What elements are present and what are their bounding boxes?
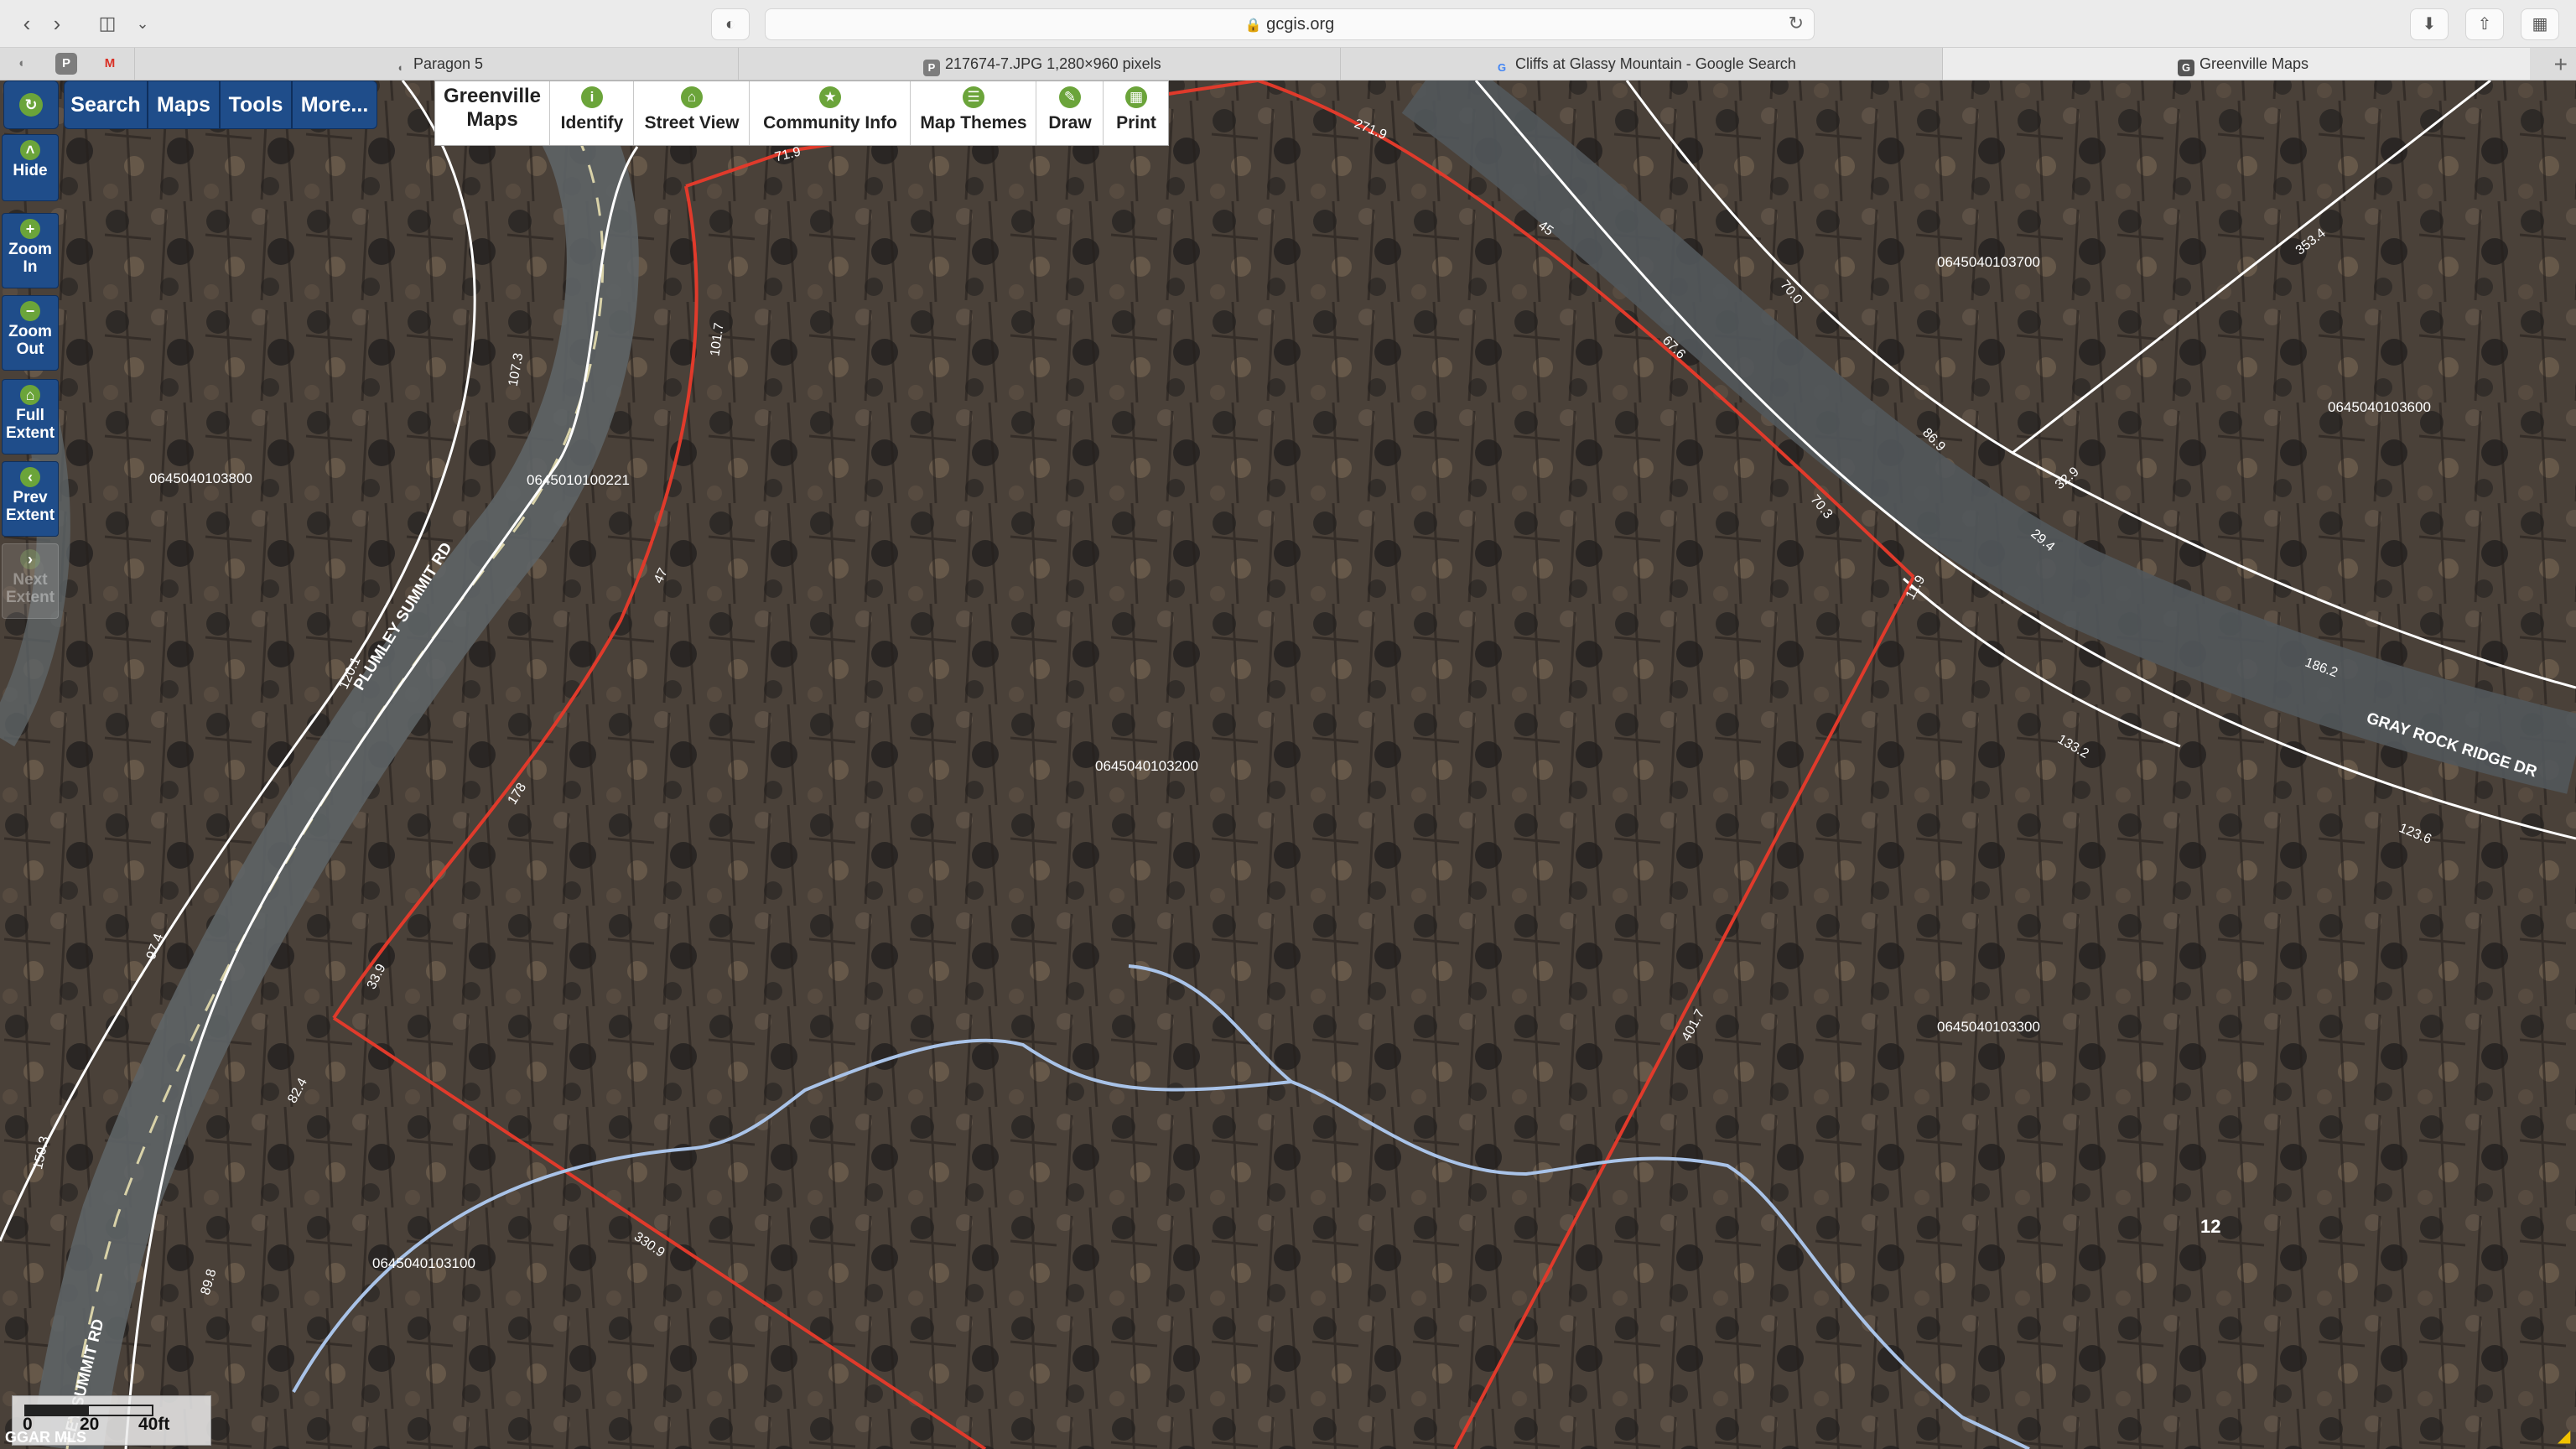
app-title-line: Maps — [466, 108, 518, 131]
print-button[interactable]: ▦ Print — [1103, 81, 1169, 145]
map-themes-button[interactable]: ☰ Map Themes — [910, 81, 1036, 145]
zoom-out-button[interactable]: − Zoom Out — [2, 295, 59, 371]
chevron-up-icon: ˄ — [20, 140, 40, 160]
tab-greenville-maps[interactable]: G Greenville Maps — [1942, 48, 2530, 80]
home-icon: ⌂ — [20, 385, 40, 405]
street-view-button[interactable]: ⌂ Street View — [633, 81, 750, 145]
google-icon: G — [1497, 61, 1507, 74]
nav-label: Out — [16, 340, 44, 358]
refresh-globe-icon: ↻ — [19, 93, 43, 117]
full-extent-button[interactable]: ⌂ Full Extent — [2, 379, 59, 454]
mls-watermark: GGAR MLS — [5, 1429, 86, 1446]
tab-overview-icon[interactable]: ▦ — [2521, 8, 2559, 40]
more-menu-button[interactable]: More... — [292, 80, 377, 129]
aerial-map — [0, 80, 2576, 1449]
lock-icon: 🔒 — [1244, 18, 1262, 33]
address-bar[interactable]: 🔒 gcgis.org ↻ — [765, 8, 1815, 40]
parcel-label: 0645040103800 — [149, 470, 252, 486]
forward-icon[interactable]: › — [42, 10, 72, 37]
nav-label: Extent — [5, 506, 55, 524]
map-canvas[interactable]: 0645040103800 0645010100221 064504010320… — [0, 80, 2576, 1449]
hide-button[interactable]: ˄ Hide — [2, 134, 59, 201]
nav-label: Hide — [13, 162, 48, 179]
tab-label: Paragon 5 — [413, 55, 484, 72]
tab-label: Cliffs at Glassy Mountain - Google Searc… — [1515, 55, 1796, 72]
new-tab-icon[interactable]: + — [2554, 51, 2568, 78]
privacy-shield-icon[interactable]: ◐ — [711, 8, 750, 40]
parcel-label: 0645010100221 — [527, 472, 630, 488]
scale-label: 40ft — [138, 1415, 170, 1434]
nav-label: Full — [16, 407, 44, 424]
nav-label: Next — [13, 571, 48, 589]
sidebar-icon[interactable]: ◫ — [92, 10, 122, 37]
prev-extent-button[interactable]: ‹ Prev Extent — [2, 461, 59, 537]
tool-label: Draw — [1048, 113, 1092, 132]
list-icon: ☰ — [963, 86, 984, 108]
map-toolbar: Greenville Maps i Identify ⌂ Street View… — [434, 80, 1169, 146]
tool-label: Community Info — [763, 113, 897, 132]
tool-label: Map Themes — [920, 113, 1027, 132]
nav-label: Extent — [5, 424, 55, 442]
tab-google-search[interactable]: G Cliffs at Glassy Mountain - Google Sear… — [1340, 48, 1943, 80]
nav-label: Extent — [5, 589, 55, 606]
pinned-tab-gmail[interactable]: M — [99, 53, 121, 75]
reload-icon[interactable]: ↻ — [1789, 13, 1804, 34]
parcel-label-subject: 0645040103200 — [1095, 758, 1198, 774]
nav-label: In — [23, 258, 38, 276]
arrow-right-icon: › — [20, 549, 40, 569]
tool-label: Identify — [560, 113, 624, 132]
info-icon: i — [581, 86, 603, 108]
paragon-pinned-icon[interactable]: ◖ — [10, 53, 32, 75]
paragon-icon: ◖ — [397, 61, 403, 74]
tab-image[interactable]: P 217674-7.JPG 1,280×960 pixels — [738, 48, 1341, 80]
pencil-icon: ✎ — [1059, 86, 1081, 108]
zoom-in-button[interactable]: + Zoom In — [2, 213, 59, 288]
draw-button[interactable]: ✎ Draw — [1036, 81, 1104, 145]
search-menu-button[interactable]: Search — [64, 80, 148, 129]
chevron-down-icon[interactable]: ⌄ — [127, 10, 158, 37]
street-view-icon: ⌂ — [681, 86, 703, 108]
arrow-left-icon: ‹ — [20, 467, 40, 487]
nav-label: Zoom — [8, 241, 52, 258]
plus-icon: + — [20, 219, 40, 239]
pinned-tab-p[interactable]: P — [55, 53, 77, 75]
back-icon[interactable]: ‹ — [12, 10, 42, 37]
star-icon: ★ — [819, 86, 841, 108]
parcel-label: 0645040103600 — [2328, 399, 2431, 415]
app-title-line: Greenville — [443, 85, 542, 107]
identify-button[interactable]: i Identify — [549, 81, 634, 145]
greenville-icon: G — [2178, 60, 2194, 76]
app-title: Greenville Maps — [435, 85, 549, 132]
tab-bar: ◖ P M ◖ Paragon 5 P 217674-7.JPG 1,280×960… — [0, 48, 2576, 80]
tools-menu-button[interactable]: Tools — [220, 80, 292, 129]
tab-label: Greenville Maps — [2199, 55, 2309, 72]
nav-label: Prev — [13, 489, 48, 506]
maps-menu-button[interactable]: Maps — [148, 80, 220, 129]
community-info-button[interactable]: ★ Community Info — [749, 81, 911, 145]
share-icon[interactable]: ⇧ — [2465, 8, 2504, 40]
download-icon[interactable]: ⬇ — [2410, 8, 2449, 40]
url-text: gcgis.org — [1266, 15, 1335, 34]
next-extent-button[interactable]: › Next Extent — [2, 543, 59, 619]
browser-toolbar: ‹ › ◫ ⌄ ◐ 🔒 gcgis.org ↻ ⬇ ⇧ ▦ — [0, 0, 2576, 48]
tab-label: 217674-7.JPG 1,280×960 pixels — [945, 55, 1161, 72]
parcel-label: 0645040103300 — [1937, 1019, 2040, 1035]
parcel-label: 0645040103100 — [372, 1255, 475, 1271]
home-button[interactable]: ↻ — [3, 80, 59, 129]
tool-label: Print — [1116, 113, 1156, 132]
p-icon: P — [923, 60, 940, 76]
minus-icon: − — [20, 301, 40, 321]
parcel-label: 0645040103700 — [1937, 254, 2040, 270]
tool-label: Street View — [644, 113, 740, 132]
nav-label: Zoom — [8, 323, 52, 340]
resize-corner-icon: ◢ — [2558, 1427, 2571, 1446]
lot-number: 12 — [2200, 1216, 2221, 1237]
tab-paragon[interactable]: ◖ Paragon 5 — [134, 48, 739, 80]
grid-icon: ▦ — [1125, 86, 1147, 108]
